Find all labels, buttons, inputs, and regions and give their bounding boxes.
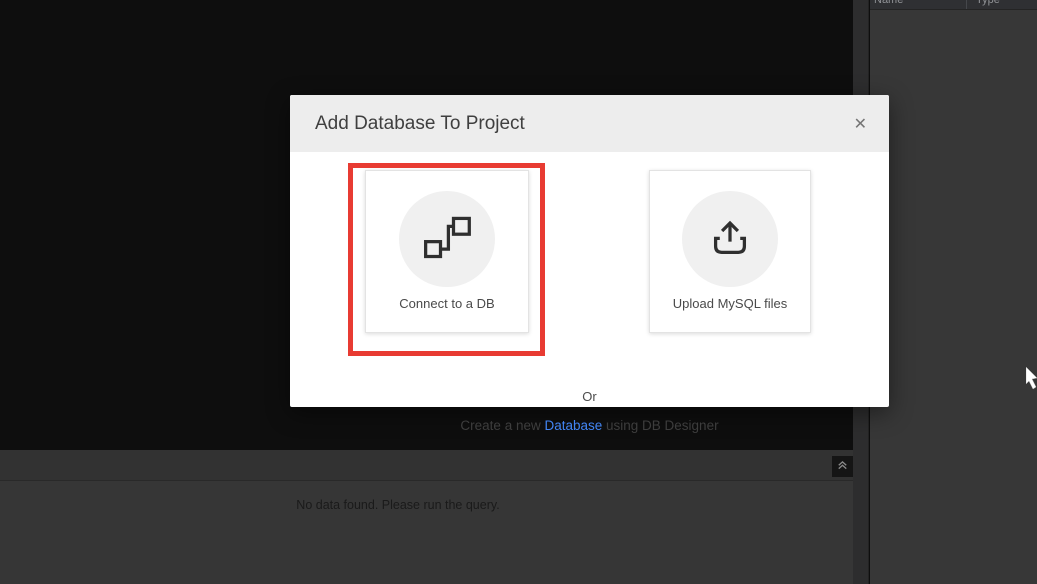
results-content: No data found. Please run the query. — [0, 482, 853, 584]
create-text-prefix: Create a new — [460, 418, 545, 433]
upload-mysql-card[interactable]: Upload MySQL files — [649, 170, 811, 333]
icon-circle — [682, 191, 778, 287]
database-designer-link[interactable]: Database — [544, 418, 602, 433]
column-header-name: Name — [874, 0, 904, 6]
column-divider — [966, 0, 967, 9]
empty-results-message: No data found. Please run the query. — [296, 498, 500, 512]
results-panel: No data found. Please run the query. — [0, 450, 853, 584]
results-toolbar — [0, 450, 853, 481]
connect-card-label: Connect to a DB — [399, 296, 495, 311]
create-text-suffix: using DB Designer — [602, 418, 719, 433]
collapse-panel-button[interactable] — [832, 456, 853, 477]
schema-table-header: Name Type — [870, 0, 1037, 10]
schema-sidebar: Name Type — [870, 0, 1037, 584]
icon-circle — [399, 191, 495, 287]
column-header-type: Type — [976, 0, 1000, 6]
connect-to-db-card[interactable]: Connect to a DB — [365, 170, 529, 333]
modal-body: Connect to a DB Upload MySQL files Or Cr… — [290, 152, 889, 433]
upload-icon — [704, 211, 756, 268]
add-database-modal: Add Database To Project ✕ Connect to a D… — [290, 95, 889, 433]
create-database-line: Create a new Database using DB Designer — [290, 418, 889, 433]
close-icon[interactable]: ✕ — [854, 95, 867, 152]
upload-card-label: Upload MySQL files — [672, 296, 788, 311]
or-separator: Or — [582, 389, 597, 404]
double-chevron-up-icon — [835, 457, 850, 477]
app-window: No data found. Please run the query. Nam… — [0, 0, 1037, 584]
db-connect-icon — [421, 211, 473, 268]
modal-header: Add Database To Project ✕ — [290, 95, 889, 152]
modal-title: Add Database To Project — [315, 113, 525, 134]
